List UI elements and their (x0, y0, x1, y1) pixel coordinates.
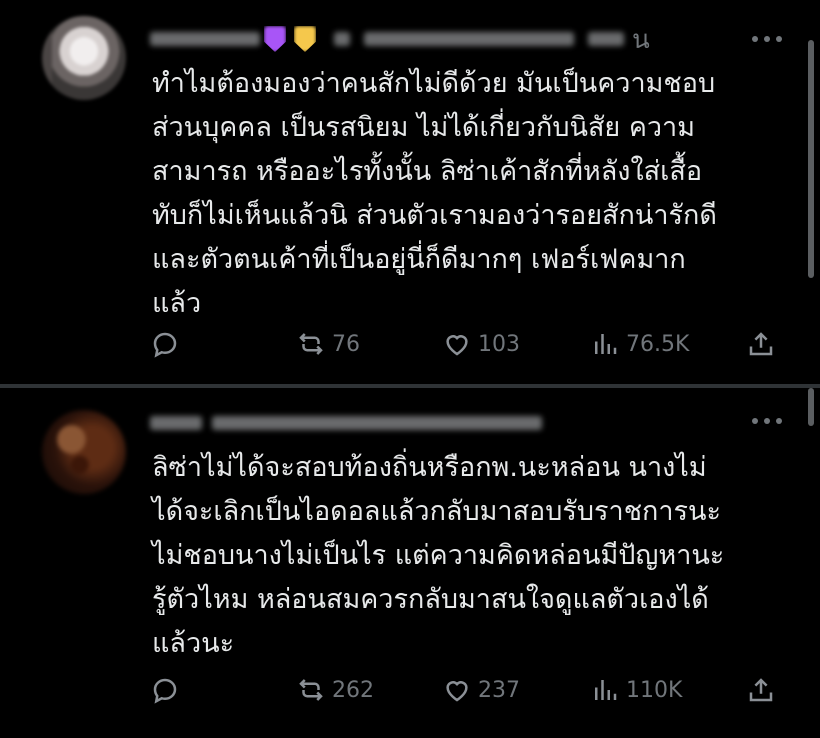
like-button[interactable]: 237 (442, 675, 520, 705)
post-line: ไม่ชอบนางไม่เป็นไร แต่ความคิดหล่อนมีปัญห… (152, 540, 725, 571)
post-line: ทำไมต้องมองว่าคนสักไม่ดีด้วย มันเป็นความ… (152, 68, 716, 99)
post-line: แล้วนะ (152, 628, 235, 659)
analytics-icon (595, 680, 617, 700)
share-icon (749, 332, 773, 356)
reply-feed: น ทำไมต้องมองว่าคนสักไม่ดีด้วย มันเป็นคว… (0, 0, 820, 738)
separator-blurred (334, 32, 350, 46)
repost-count: 76 (332, 331, 360, 357)
reply-button[interactable] (150, 329, 180, 359)
like-button[interactable]: 103 (442, 329, 520, 359)
display-name-blurred[interactable] (150, 32, 260, 46)
views-button[interactable]: 76.5K (590, 329, 689, 359)
post-line: ส่วนบุคคล เป็นรสนิยม ไม่ได้เกี่ยวกับนิสั… (152, 112, 696, 143)
share-button[interactable] (746, 329, 776, 359)
heart-icon (446, 681, 468, 702)
repost-icon (299, 333, 323, 355)
repost-button[interactable]: 262 (296, 675, 374, 705)
avatar[interactable] (42, 410, 126, 494)
like-count: 237 (478, 677, 520, 703)
display-name-blurred[interactable] (150, 416, 202, 430)
repost-count: 262 (332, 677, 374, 703)
more-icon[interactable] (750, 32, 784, 46)
reply-icon (153, 678, 177, 704)
post-body: ลิซ่าไม่ได้จะสอบท้องถิ่นหรือกพ.นะหล่อน น… (152, 446, 792, 666)
reply-icon (153, 332, 177, 358)
affiliate-badge-icon (294, 26, 316, 52)
post-header (150, 406, 550, 440)
post-header: น (150, 22, 650, 56)
action-bar: 76 103 76.5K (150, 324, 790, 364)
timestamp-blurred (588, 32, 624, 46)
view-count: 110K (626, 677, 683, 703)
repost-button[interactable]: 76 (296, 329, 360, 359)
scrollbar[interactable] (808, 388, 814, 426)
reply-post[interactable]: ลิซ่าไม่ได้จะสอบท้องถิ่นหรือกพ.นะหล่อน น… (0, 388, 820, 738)
post-line: ลิซ่าไม่ได้จะสอบท้องถิ่นหรือกพ.นะหล่อน น… (152, 452, 707, 483)
handle-blurred[interactable] (364, 32, 574, 46)
post-line: สามารถ หรืออะไรทั้งนั้น ลิซ่าเค้าสักที่ห… (152, 156, 703, 187)
handle-blurred[interactable] (212, 416, 542, 430)
analytics-icon (595, 334, 617, 354)
action-bar: 262 237 110K (150, 670, 790, 710)
post-line: รู้ตัวไหม หล่อนสมควรกลับมาสนใจดูแลตัวเอง… (152, 584, 709, 615)
views-button[interactable]: 110K (590, 675, 682, 705)
like-count: 103 (478, 331, 520, 357)
repost-icon (299, 679, 323, 701)
reply-button[interactable] (150, 675, 180, 705)
share-button[interactable] (746, 675, 776, 705)
post-line: แล้ว (152, 288, 202, 319)
post-line: ทับก็ไม่เห็นแล้วนิ ส่วนตัวเรามองว่ารอยสั… (152, 200, 717, 231)
avatar[interactable] (42, 16, 126, 100)
post-line: และตัวตนเค้าที่เป็นอยู่นี่ก็ดีมากๆ เฟอร์… (152, 244, 686, 275)
reply-post[interactable]: น ทำไมต้องมองว่าคนสักไม่ดีด้วย มันเป็นคว… (0, 0, 820, 384)
verified-badge-icon (264, 26, 286, 52)
share-icon (749, 678, 773, 702)
scrollbar[interactable] (808, 40, 814, 278)
heart-icon (446, 335, 468, 356)
view-count: 76.5K (626, 331, 690, 357)
more-icon[interactable] (750, 414, 784, 428)
timestamp-suffix: น (632, 24, 650, 55)
post-line: ได้จะเลิกเป็นไอดอลแล้วกลับมาสอบรับราชการ… (152, 496, 722, 527)
post-body: ทำไมต้องมองว่าคนสักไม่ดีด้วย มันเป็นความ… (152, 62, 792, 326)
